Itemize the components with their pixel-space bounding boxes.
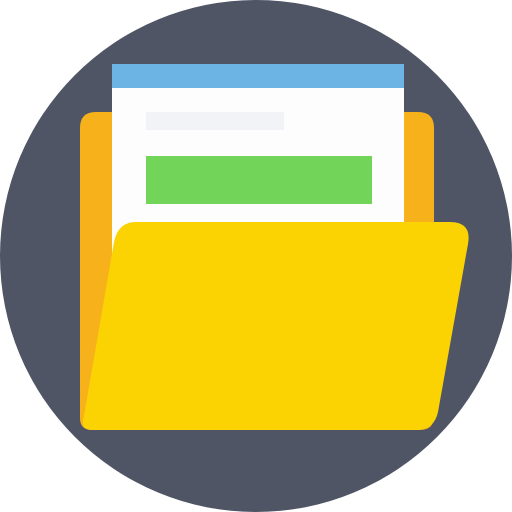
icon-canvas	[0, 0, 512, 512]
folder-front-panel	[83, 222, 469, 430]
open-folder-with-document-icon	[0, 0, 512, 512]
document-text-line	[146, 112, 284, 130]
document-header-bar	[112, 64, 404, 88]
document-green-block	[146, 156, 372, 204]
